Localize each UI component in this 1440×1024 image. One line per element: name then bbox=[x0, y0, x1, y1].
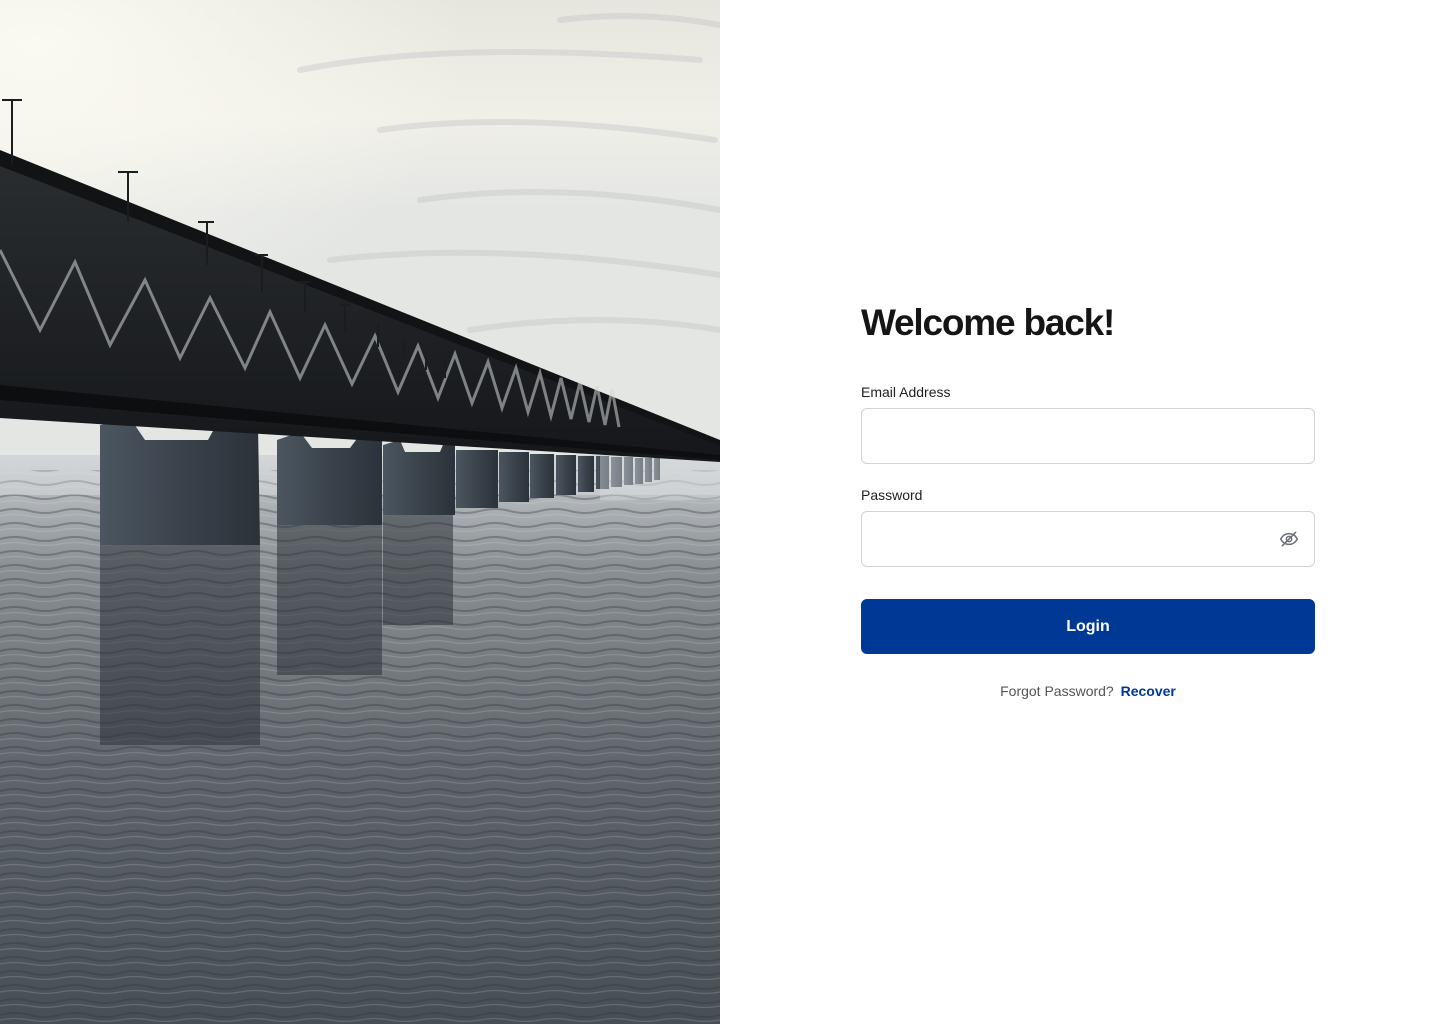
login-button[interactable]: Login bbox=[861, 599, 1315, 654]
auth-panel: Welcome back! Email Address Password Log… bbox=[720, 0, 1440, 1024]
bridge-photo bbox=[0, 0, 720, 1024]
recover-link[interactable]: Recover bbox=[1121, 683, 1176, 699]
email-label: Email Address bbox=[861, 384, 951, 400]
forgot-password-row: Forgot Password? Recover bbox=[861, 682, 1315, 700]
login-form: Welcome back! Email Address Password Log… bbox=[861, 300, 1315, 700]
password-label: Password bbox=[861, 487, 923, 503]
eye-off-icon[interactable] bbox=[1279, 529, 1299, 549]
page-title: Welcome back! bbox=[861, 302, 1115, 343]
login-page: Welcome back! Email Address Password Log… bbox=[0, 0, 1440, 1024]
hero-image bbox=[0, 0, 720, 1024]
forgot-password-text: Forgot Password? bbox=[1000, 683, 1114, 699]
password-field-wrapper bbox=[861, 511, 1315, 567]
email-field-wrapper bbox=[861, 408, 1315, 464]
email-input[interactable] bbox=[861, 408, 1315, 464]
password-input[interactable] bbox=[861, 511, 1315, 567]
